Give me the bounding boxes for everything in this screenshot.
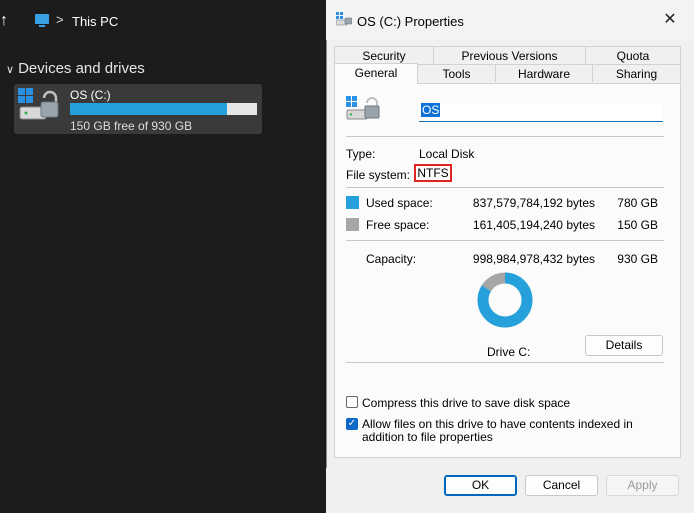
disk-usage-donut	[477, 272, 533, 328]
divider	[346, 240, 664, 241]
tab-hardware[interactable]: Hardware	[495, 64, 593, 82]
dialog-title: OS (C:) Properties	[357, 14, 464, 29]
drive-lock-icon	[336, 12, 352, 26]
free-space-bytes: 161,405,194,240 bytes	[472, 218, 595, 232]
index-label[interactable]: Allow files on this drive to have conten…	[362, 418, 662, 444]
drive-lock-icon	[18, 88, 59, 120]
tab-sharing[interactable]: Sharing	[592, 64, 681, 82]
drive-name: OS (C:)	[70, 88, 111, 102]
ok-button[interactable]: OK	[444, 475, 517, 496]
details-button[interactable]: Details	[585, 335, 663, 356]
address-bar: ↑ > This PC	[0, 0, 330, 42]
divider	[346, 187, 664, 188]
apply-button[interactable]: Apply	[606, 475, 679, 496]
chevron-down-icon: ∨	[6, 64, 15, 76]
type-label: Type:	[346, 147, 376, 161]
tab-general[interactable]: General	[334, 63, 418, 84]
compress-label[interactable]: Compress this drive to save disk space	[362, 396, 570, 410]
used-space-label: Used space:	[366, 196, 433, 210]
volume-name-text: OS	[421, 103, 441, 117]
file-system-value: NTFS	[414, 164, 452, 182]
free-space-label: Free space:	[366, 218, 430, 232]
capacity-bytes: 998,984,978,432 bytes	[472, 252, 595, 266]
type-value: Local Disk	[419, 147, 475, 161]
index-checkbox[interactable]: ✓	[346, 418, 358, 430]
used-space-swatch	[346, 196, 359, 209]
free-space-size: 150 GB	[617, 218, 658, 232]
up-arrow-icon[interactable]: ↑	[0, 12, 8, 30]
used-space-bytes: 837,579,784,192 bytes	[472, 196, 595, 210]
drive-label: Drive C:	[487, 345, 531, 359]
drive-usage-fill	[70, 103, 228, 115]
chevron-right-icon[interactable]: >	[56, 12, 64, 27]
computer-icon	[35, 14, 49, 27]
volume-name-input[interactable]: OS	[419, 103, 663, 122]
cancel-button[interactable]: Cancel	[525, 475, 598, 496]
divider	[346, 362, 664, 363]
tab-previous-versions[interactable]: Previous Versions	[433, 46, 586, 64]
capacity-size: 930 GB	[617, 252, 658, 266]
tab-security[interactable]: Security	[334, 46, 434, 64]
divider	[346, 136, 664, 137]
drive-usage-bar	[70, 103, 257, 115]
close-icon[interactable]: ✕	[660, 9, 680, 31]
drive-lock-icon	[346, 96, 380, 120]
section-devices-and-drives[interactable]: ∨ Devices and drives	[6, 60, 145, 77]
drive-free-text: 150 GB free of 930 GB	[70, 119, 193, 133]
section-title: Devices and drives	[18, 60, 145, 77]
tab-quota[interactable]: Quota	[585, 46, 681, 64]
file-system-label: File system:	[346, 168, 411, 182]
used-space-size: 780 GB	[617, 196, 658, 210]
capacity-label: Capacity:	[366, 252, 417, 266]
breadcrumb-this-pc[interactable]: This PC	[72, 14, 118, 29]
compress-checkbox[interactable]	[346, 396, 358, 408]
free-space-swatch	[346, 218, 359, 231]
tab-tools[interactable]: Tools	[417, 64, 496, 82]
